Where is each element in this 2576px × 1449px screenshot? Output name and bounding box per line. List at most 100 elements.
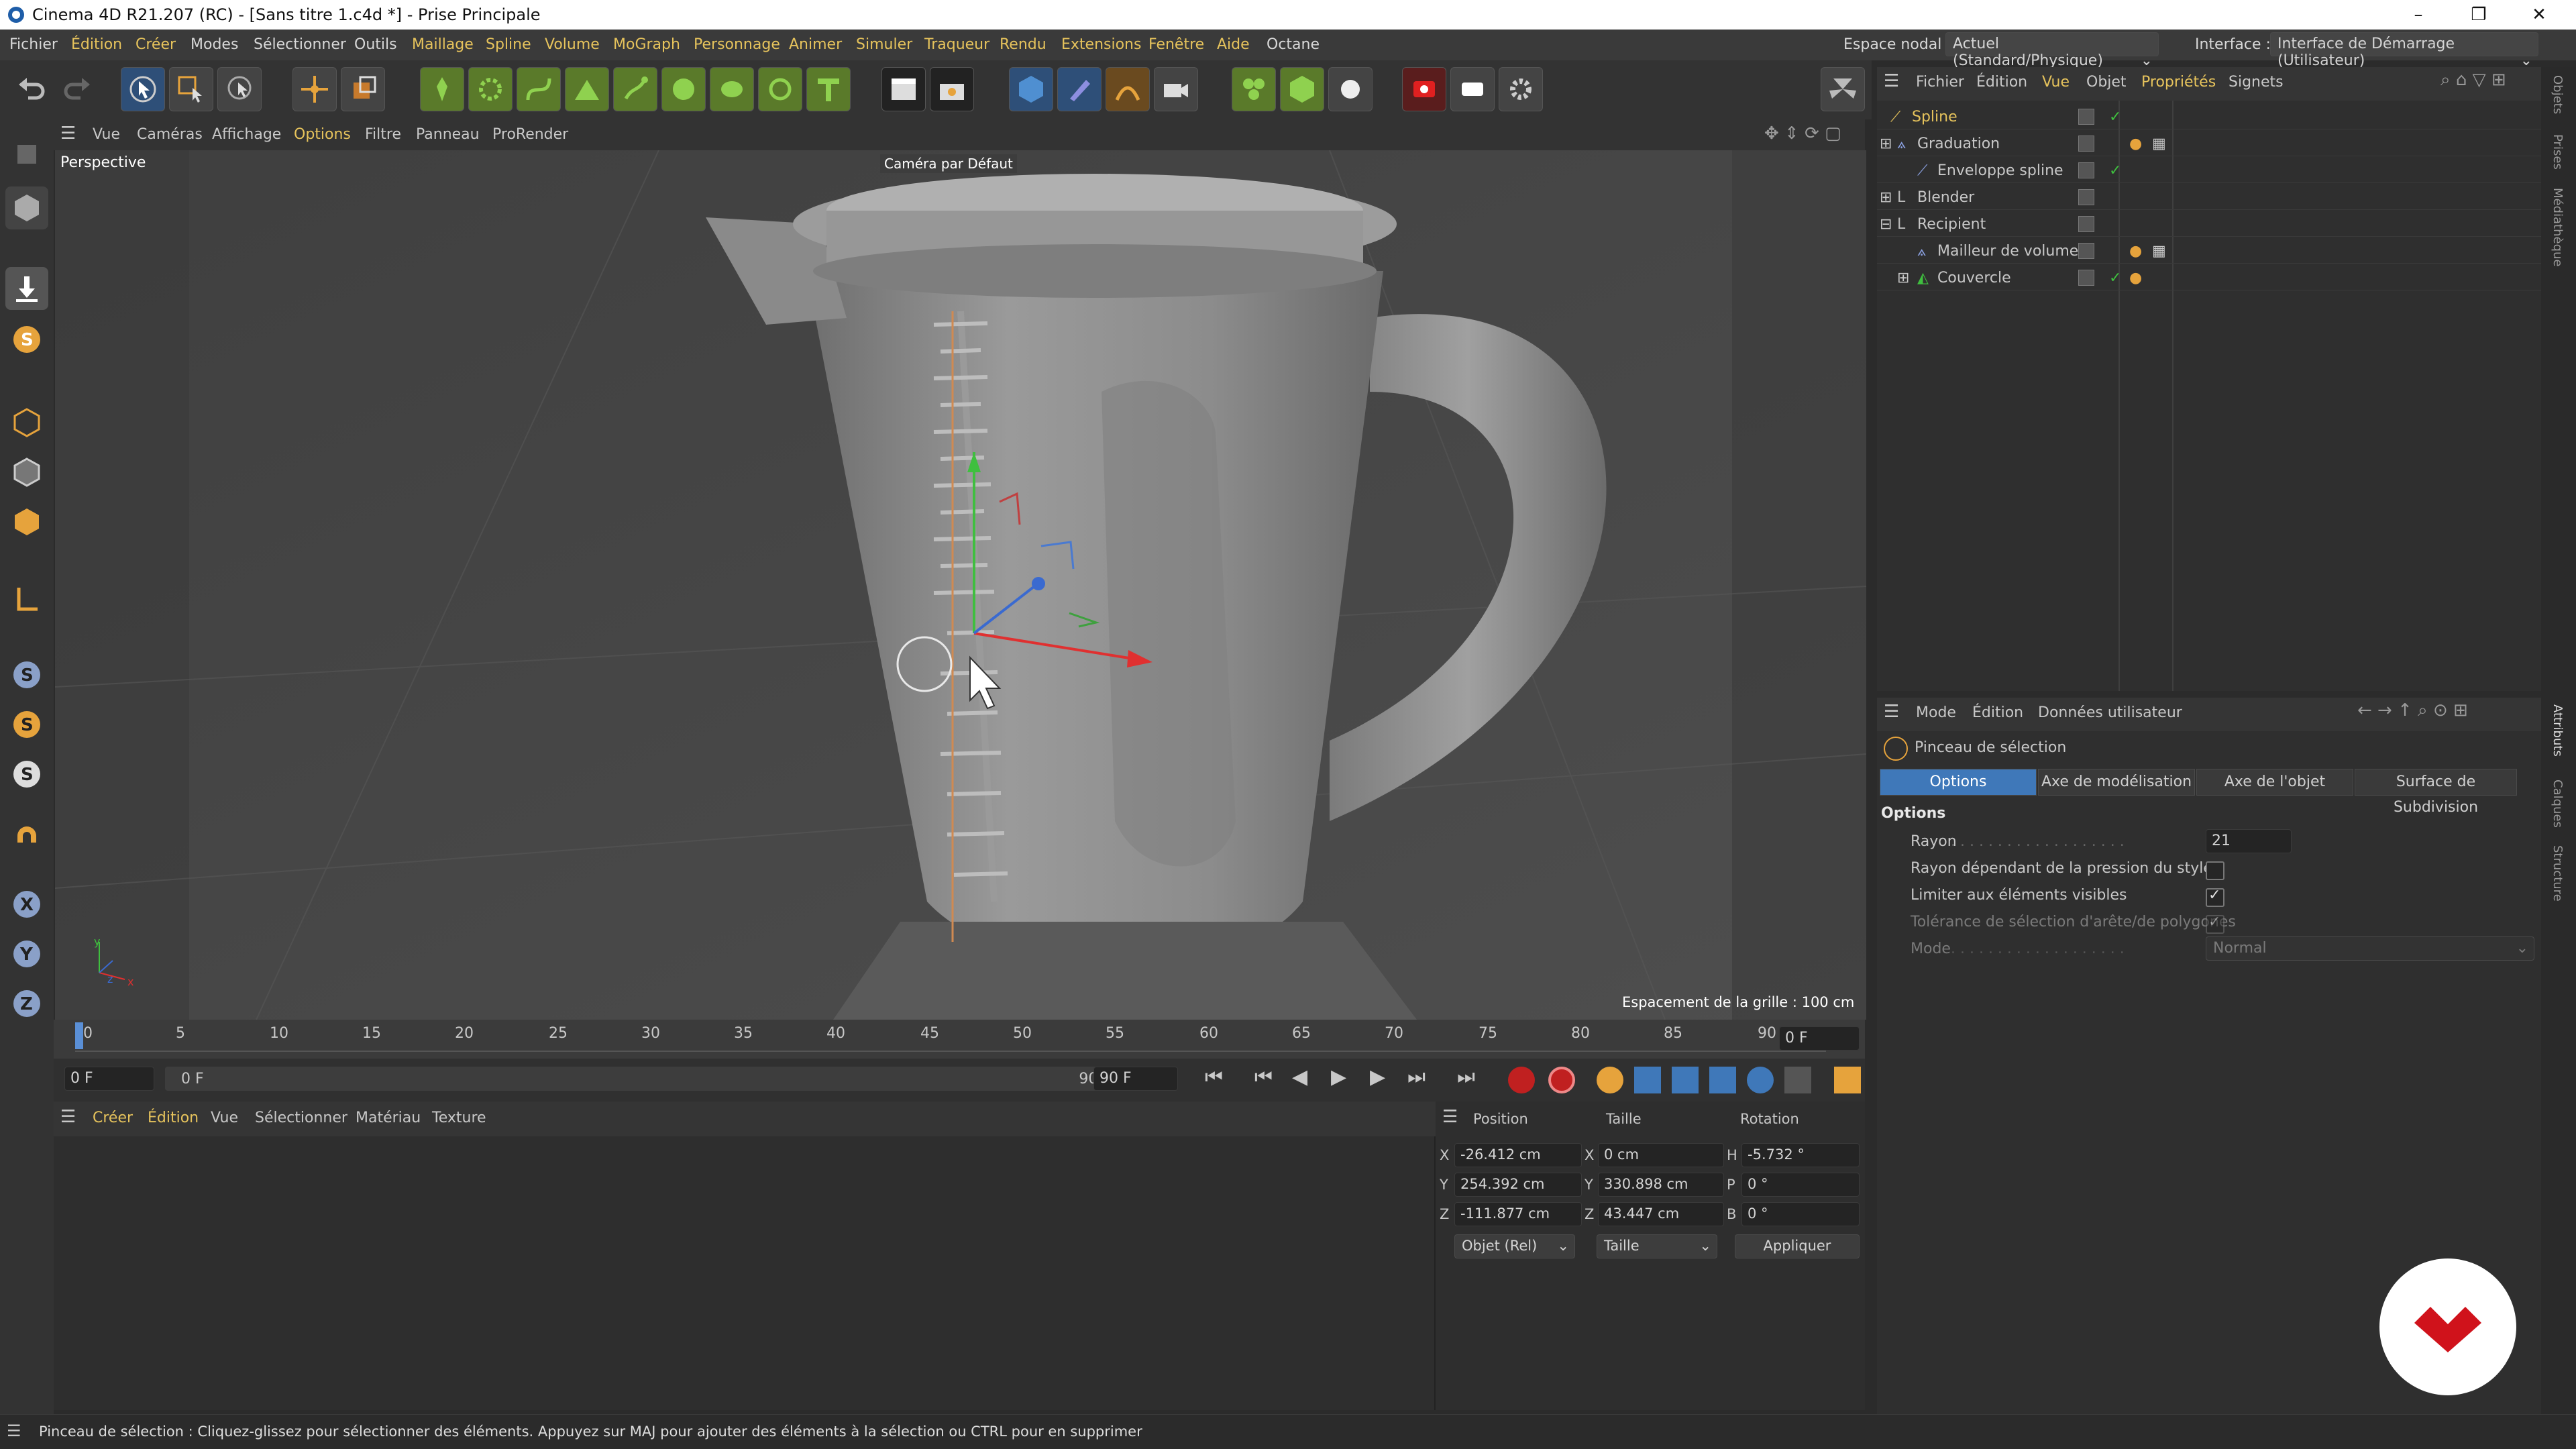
- visibility-toggle[interactable]: [2078, 189, 2094, 205]
- fracture-button[interactable]: [1280, 67, 1324, 111]
- side-tab-objets[interactable]: Objets: [2551, 75, 2565, 114]
- make-editable-button[interactable]: [5, 133, 48, 176]
- effector-button[interactable]: [1328, 67, 1373, 111]
- camera-button[interactable]: [1154, 67, 1198, 111]
- visible-checkbox[interactable]: [2206, 887, 2224, 907]
- tab-axe-modelisation[interactable]: Axe de modélisation: [2038, 769, 2195, 796]
- material-menu-texture[interactable]: Texture: [432, 1110, 486, 1126]
- menu-personnage[interactable]: Personnage: [694, 36, 780, 53]
- lasso-selection-button[interactable]: [217, 67, 262, 111]
- move-button[interactable]: [292, 67, 337, 111]
- rot-p-field[interactable]: 0 °: [1741, 1173, 1860, 1197]
- redo-button[interactable]: [56, 67, 99, 110]
- menu-volume[interactable]: Volume: [545, 36, 600, 53]
- material-menu-vue[interactable]: Vue: [211, 1110, 238, 1126]
- viewport-menu-vue[interactable]: Vue: [93, 126, 120, 143]
- scale-button[interactable]: [341, 67, 385, 111]
- magnet-button[interactable]: [5, 817, 48, 860]
- visibility-toggle[interactable]: [2078, 270, 2094, 286]
- snap-button[interactable]: S: [5, 318, 48, 361]
- attributes-menu-user-data[interactable]: Données utilisateur: [2038, 704, 2182, 721]
- nurbs-button[interactable]: [661, 67, 706, 111]
- bend-button[interactable]: [1106, 67, 1150, 111]
- timeline-ruler[interactable]: 0 5 10 15 20 25 30 35 40 45 50 55 60 65 …: [54, 1020, 1865, 1059]
- viewport-menu-cameras[interactable]: Caméras: [137, 126, 203, 143]
- hamburger-icon[interactable]: ☰: [1884, 702, 1899, 722]
- layout-switch-button[interactable]: [1821, 67, 1865, 111]
- coord-mode-select[interactable]: Objet (Rel) ⌄: [1454, 1234, 1575, 1258]
- hamburger-icon[interactable]: ☰: [7, 1421, 21, 1440]
- record-button[interactable]: [1508, 1067, 1535, 1093]
- solo-button[interactable]: S: [5, 703, 48, 746]
- menu-aide[interactable]: Aide: [1217, 36, 1250, 53]
- cube-button[interactable]: [1009, 67, 1053, 111]
- hamburger-icon[interactable]: ☰: [60, 1107, 76, 1127]
- menu-maillage[interactable]: Maillage: [412, 36, 474, 53]
- key-scale-button[interactable]: [1672, 1067, 1699, 1093]
- material-tag-icon[interactable]: ●: [2129, 270, 2142, 286]
- objects-menu-edition[interactable]: Édition: [1976, 74, 2027, 91]
- menu-spline[interactable]: Spline: [486, 36, 531, 53]
- spline-pen-button[interactable]: [420, 67, 464, 111]
- menu-simuler[interactable]: Simuler: [856, 36, 912, 53]
- spline-smooth-button[interactable]: [517, 67, 561, 111]
- key-rotation-button[interactable]: [1709, 1067, 1736, 1093]
- pos-y-field[interactable]: 254.392 cm: [1454, 1173, 1582, 1197]
- pos-z-field[interactable]: -111.877 cm: [1454, 1202, 1582, 1226]
- material-menu-edition[interactable]: Édition: [148, 1110, 199, 1126]
- viewport-menu-options[interactable]: Options: [294, 126, 351, 143]
- material-menu-materiau[interactable]: Matériau: [356, 1110, 421, 1126]
- object-row-graduation[interactable]: ⊞ ⟑ Graduation ● ▦: [1877, 130, 2541, 156]
- octane-settings-button[interactable]: [1499, 67, 1543, 111]
- enabled-check-icon[interactable]: ✓: [2109, 162, 2121, 179]
- visibility-toggle[interactable]: [2078, 109, 2094, 125]
- checker-tag-icon[interactable]: ▦: [2152, 243, 2166, 260]
- hamburger-icon[interactable]: ☰: [1884, 71, 1899, 91]
- tab-options[interactable]: Options: [1880, 769, 2037, 796]
- objects-menu-proprietes[interactable]: Propriétés: [2141, 74, 2216, 91]
- object-row-spline[interactable]: ⟋ Spline ✓: [1877, 103, 2541, 129]
- menu-traqueur[interactable]: Traqueur: [924, 36, 989, 53]
- viewport-scene[interactable]: [55, 150, 1866, 1020]
- keyframe-selection-button[interactable]: [1597, 1067, 1623, 1093]
- menu-edition[interactable]: Édition: [71, 36, 122, 53]
- timeline-playhead[interactable]: [75, 1022, 83, 1049]
- key-parameter-button[interactable]: [1747, 1067, 1774, 1093]
- objects-menu-signets[interactable]: Signets: [2229, 74, 2284, 91]
- live-selection-button[interactable]: [121, 67, 165, 111]
- prev-frame-button[interactable]: ◀: [1292, 1065, 1307, 1089]
- hamburger-icon[interactable]: ☰: [1442, 1107, 1458, 1127]
- loft-button[interactable]: [710, 67, 754, 111]
- object-row-enveloppe-spline[interactable]: ⟋ Enveloppe spline ✓: [1877, 157, 2541, 183]
- end-frame-field[interactable]: 90 F: [1093, 1067, 1178, 1091]
- octane-view-button[interactable]: [1450, 67, 1495, 111]
- maximize-button[interactable]: ❐: [2449, 0, 2509, 30]
- sweep-button[interactable]: [758, 67, 802, 111]
- rect-selection-button[interactable]: [169, 67, 213, 111]
- attributes-menu-mode[interactable]: Mode: [1916, 704, 1956, 721]
- render-picture-button[interactable]: [930, 67, 974, 111]
- back-arrow-icon[interactable]: ← → ↑ ⌕ ⊙ ⊞: [2357, 700, 2468, 721]
- tab-axe-objet[interactable]: Axe de l'objet: [2196, 769, 2353, 796]
- viewport-menu-filtre[interactable]: Filtre: [365, 126, 401, 143]
- solo-hierarchy-button[interactable]: S: [5, 753, 48, 796]
- enabled-check-icon[interactable]: ✓: [2109, 270, 2121, 286]
- pressure-checkbox[interactable]: [2206, 861, 2224, 880]
- rayon-field[interactable]: 21: [2206, 829, 2292, 853]
- visibility-toggle[interactable]: [2078, 162, 2094, 178]
- rot-h-field[interactable]: -5.732 °: [1741, 1143, 1860, 1167]
- menu-creer[interactable]: Créer: [136, 36, 176, 53]
- menu-selectionner[interactable]: Sélectionner: [254, 36, 346, 53]
- key-position-button[interactable]: [1634, 1067, 1661, 1093]
- menu-octane[interactable]: Octane: [1267, 36, 1320, 53]
- expand-icon[interactable]: ⊞: [1880, 189, 1892, 206]
- menu-mograph[interactable]: MoGraph: [613, 36, 680, 53]
- undo-button[interactable]: [9, 67, 52, 110]
- side-tab-calques[interactable]: Calques: [2551, 780, 2565, 828]
- menu-outils[interactable]: Outils: [354, 36, 397, 53]
- attributes-menu-edition[interactable]: Édition: [1972, 704, 2023, 721]
- preview-range-slider[interactable]: 0 F 90 F: [165, 1067, 1124, 1091]
- viewport-nav-icons[interactable]: ✥ ⇕ ⟳ ▢: [1764, 123, 1841, 144]
- viewport-menu-panneau[interactable]: Panneau: [416, 126, 480, 143]
- close-button[interactable]: ✕: [2509, 0, 2569, 30]
